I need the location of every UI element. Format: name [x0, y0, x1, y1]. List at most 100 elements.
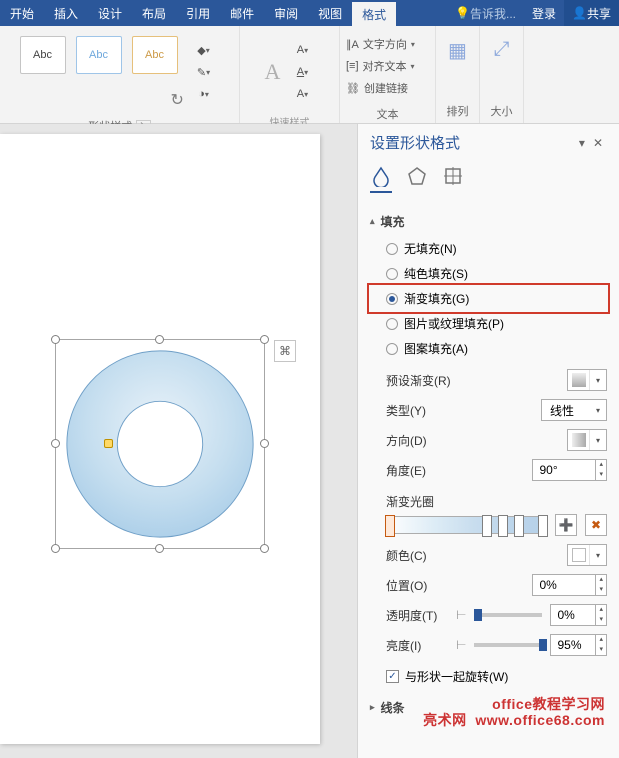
transparency-spinner[interactable]: ▴▾ [550, 604, 607, 626]
type-dropdown[interactable]: 线性▾ [541, 399, 607, 421]
group-size: ⤢ 大小 [480, 26, 524, 123]
remove-stop-button[interactable]: ✖ [585, 514, 607, 536]
size-icon[interactable]: ⤢ [494, 30, 510, 69]
tab-references[interactable]: 引用 [176, 0, 220, 26]
radio-pattern-fill[interactable]: 图案填充(A) [370, 336, 607, 361]
tab-view[interactable]: 视图 [308, 0, 352, 26]
brightness-down[interactable]: ▾ [596, 645, 606, 655]
panel-menu-icon[interactable]: ▾ [575, 136, 589, 150]
color-label: 颜色(C) [386, 547, 567, 564]
handle-se[interactable] [260, 544, 269, 553]
shape-outline-dropdown[interactable]: ✎ ▾ [190, 62, 218, 82]
handle-s[interactable] [155, 544, 164, 553]
pattern-fill-label: 图案填充(A) [404, 340, 468, 357]
preset-dropdown[interactable]: ▾ [567, 369, 607, 391]
position-spinner[interactable]: ▴▾ [532, 574, 607, 596]
tab-insert[interactable]: 插入 [44, 0, 88, 26]
brightness-spinner[interactable]: ▴▾ [550, 634, 607, 656]
angle-input[interactable] [533, 460, 595, 480]
fill-section-header[interactable]: ▴填充 [370, 213, 607, 230]
add-stop-button[interactable]: ➕ [555, 514, 577, 536]
angle-up[interactable]: ▴ [596, 460, 606, 470]
gradient-stop-1[interactable] [385, 515, 395, 537]
handle-e[interactable] [260, 439, 269, 448]
brightness-up[interactable]: ▴ [596, 635, 606, 645]
donut-shape[interactable] [63, 347, 257, 541]
tell-me[interactable]: 💡 告诉我... [447, 0, 524, 26]
text-effects-dropdown[interactable]: A ▾ [288, 84, 316, 104]
position-up[interactable]: ▴ [596, 575, 606, 585]
rotate-handle[interactable]: ↻ [171, 90, 184, 110]
handle-nw[interactable] [51, 335, 60, 344]
transparency-down[interactable]: ▾ [596, 615, 606, 625]
radio-solid-fill[interactable]: 纯色填充(S) [370, 261, 607, 286]
panel-tab-effects[interactable] [406, 165, 428, 193]
tab-design[interactable]: 设计 [88, 0, 132, 26]
tell-me-label: 告诉我... [470, 5, 516, 22]
handle-n[interactable] [155, 335, 164, 344]
handle-ne[interactable] [260, 335, 269, 344]
transparency-up[interactable]: ▴ [596, 605, 606, 615]
panel-tab-layout[interactable] [442, 165, 464, 193]
shape-effects-dropdown[interactable]: ◑ ▾ [190, 84, 218, 104]
login-button[interactable]: 登录 [524, 0, 564, 26]
line-section-header[interactable]: ▸线条 [370, 699, 607, 716]
position-input[interactable] [533, 575, 595, 595]
transparency-input[interactable] [551, 605, 595, 625]
tab-layout[interactable]: 布局 [132, 0, 176, 26]
shape-style-2[interactable]: Abc [76, 36, 122, 74]
tab-format[interactable]: 格式 [352, 0, 396, 26]
panel-tab-fill-line[interactable] [370, 165, 392, 193]
shape-style-1[interactable]: Abc [20, 36, 66, 74]
shape-style-3[interactable]: Abc [132, 36, 178, 74]
tab-review[interactable]: 审阅 [264, 0, 308, 26]
position-label: 位置(O) [386, 577, 532, 594]
picture-fill-label: 图片或纹理填充(P) [404, 315, 504, 332]
text-fill-dropdown[interactable]: A ▾ [288, 40, 316, 60]
gradient-stop-4[interactable] [514, 515, 524, 537]
group-wordart-styles: A A ▾ A ▾ A ▾ 快速样式 艺术字样式 ↘ [240, 26, 340, 123]
share-button[interactable]: 👤 共享 [564, 0, 619, 26]
gradient-stop-3[interactable] [498, 515, 508, 537]
color-dropdown[interactable]: ▾ [567, 544, 607, 566]
arrange-label: 排列 [447, 99, 469, 123]
radio-no-fill[interactable]: 无填充(N) [370, 236, 607, 261]
radio-picture-fill[interactable]: 图片或纹理填充(P) [370, 311, 607, 336]
position-down[interactable]: ▾ [596, 585, 606, 595]
solid-fill-label: 纯色填充(S) [404, 265, 468, 282]
gradient-bar[interactable] [386, 516, 547, 534]
text-outline-dropdown[interactable]: A ▾ [288, 62, 316, 82]
stops-label: 渐变光圈 [386, 493, 607, 510]
group-shape-styles: Abc Abc Abc ◆ ▾ ✎ ▾ ◑ ▾ 形状样式 ↘ [0, 26, 240, 123]
brightness-input[interactable] [551, 635, 595, 655]
main-area: ↻ ⌘ [0, 124, 619, 758]
share-label: 共享 [587, 5, 611, 22]
layout-options-icon[interactable]: ⌘ [274, 340, 296, 362]
arrange-icon[interactable]: ▦ [448, 30, 467, 71]
rotate-with-shape-check[interactable]: ✓ 与形状一起旋转(W) [386, 668, 607, 685]
no-fill-label: 无填充(N) [404, 240, 457, 257]
panel-close-icon[interactable]: ✕ [589, 136, 607, 150]
shape-fill-dropdown[interactable]: ◆ ▾ [190, 40, 218, 60]
format-shape-panel: 设置形状格式 ▾ ✕ ▴填充 无填充(N) 纯色填充(S) 渐变填充(G) 图片… [357, 124, 619, 758]
selection-box[interactable]: ⌘ [55, 339, 265, 549]
align-text-button[interactable]: [≡] 对齐文本 ▾ [346, 56, 429, 76]
handle-sw[interactable] [51, 544, 60, 553]
radio-gradient-fill[interactable]: 渐变填充(G) [370, 286, 607, 311]
ribbon: Abc Abc Abc ◆ ▾ ✎ ▾ ◑ ▾ 形状样式 ↘ A A ▾ A ▾… [0, 26, 619, 124]
transparency-slider[interactable] [474, 613, 542, 617]
adjust-handle[interactable] [104, 439, 113, 448]
text-direction-button[interactable]: ∥A 文字方向 ▾ [346, 34, 429, 54]
gradient-stop-5[interactable] [538, 515, 548, 537]
angle-spinner[interactable]: ▴▾ [532, 459, 607, 481]
angle-down[interactable]: ▾ [596, 470, 606, 480]
create-link-button[interactable]: ⛓ 创建链接 [346, 78, 429, 98]
tab-mailings[interactable]: 邮件 [220, 0, 264, 26]
handle-w[interactable] [51, 439, 60, 448]
direction-dropdown[interactable]: ▾ [567, 429, 607, 451]
gradient-stop-2[interactable] [482, 515, 492, 537]
angle-label: 角度(E) [386, 462, 532, 479]
brightness-slider[interactable] [474, 643, 542, 647]
document-area[interactable]: ↻ ⌘ [0, 124, 357, 758]
tab-home[interactable]: 开始 [0, 0, 44, 26]
